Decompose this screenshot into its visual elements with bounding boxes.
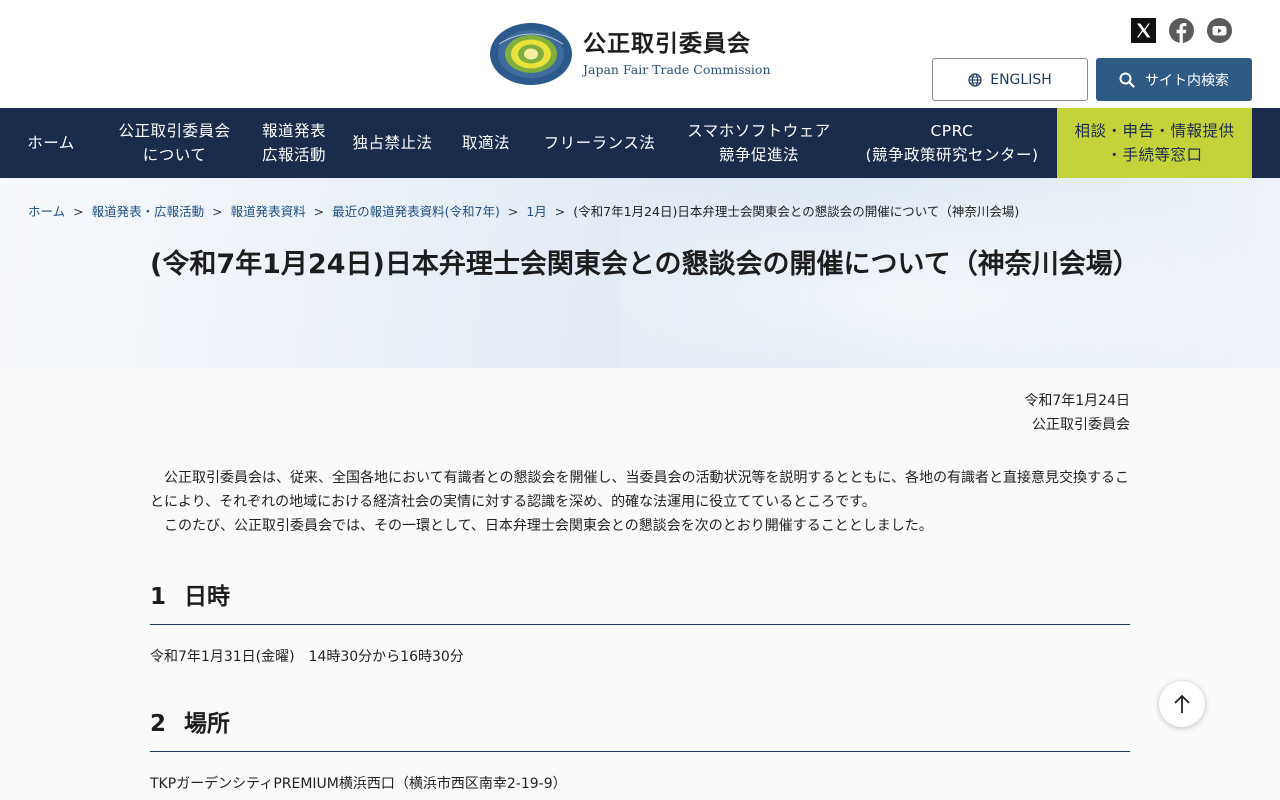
site-logo[interactable]: 公正取引委員会 Japan Fair Trade Commission (489, 22, 771, 86)
jftc-emblem-icon (490, 23, 572, 85)
page-title: (令和7年1月24日)日本弁理士会関東会との懇談会の開催について（神奈川会場） (150, 249, 1140, 280)
social-links (1131, 18, 1232, 43)
nav-item-freelance[interactable]: フリーランス法 (528, 108, 671, 178)
section-body: TKPガーデンシティPREMIUM横浜西口（横浜市西区南幸2-19-9） (150, 776, 567, 792)
search-icon (1119, 72, 1135, 88)
section-body: 令和7年1月31日(金曜) 14時30分から16時30分 (150, 649, 464, 665)
breadcrumb-link[interactable]: ホーム (28, 204, 65, 219)
x-icon[interactable] (1131, 18, 1156, 43)
nav-item-press[interactable]: 報道発表 広報活動 (247, 108, 341, 178)
nav-item-smartphone[interactable]: スマホソフトウェア 競争促進法 (671, 108, 847, 178)
breadcrumb-link[interactable]: 1月 (526, 204, 546, 219)
nav-item-cprc[interactable]: CPRC (競争政策研究センター) (847, 108, 1057, 178)
facebook-icon[interactable] (1169, 18, 1194, 43)
search-label: サイト内検索 (1145, 72, 1229, 89)
english-button[interactable]: ENGLISH (932, 58, 1088, 101)
intro-paragraph: 公正取引委員会は、従来、全国各地において有識者との懇談会を開催し、当委員会の活動… (150, 470, 1130, 510)
intro-text: 公正取引委員会は、従来、全国各地において有識者との懇談会を開催し、当委員会の活動… (150, 466, 1130, 538)
page-hero: ホーム > 報道発表・広報活動 > 報道発表資料 > 最近の報道発表資料(令和7年) >1月 >… (0, 178, 1280, 368)
english-label: ENGLISH (990, 71, 1052, 88)
nav-item-home[interactable]: ホーム (0, 108, 102, 178)
breadcrumb-link[interactable]: 報道発表・広報活動 (92, 204, 205, 219)
publish-date: 令和7年1月24日 (1024, 393, 1130, 409)
breadcrumb: ホーム > 報道発表・広報活動 > 報道発表資料 > 最近の報道発表資料(令和7年) >1月 >… (28, 204, 1020, 219)
arrow-up-icon (1174, 694, 1190, 713)
youtube-icon[interactable] (1207, 18, 1232, 43)
global-nav: ホーム 公正取引委員会 について 報道発表 広報活動 独占禁止法 取適法 フリーラン… (0, 108, 1280, 178)
breadcrumb-link[interactable]: 最近の報道発表資料(令和7年) (332, 204, 500, 219)
section-heading: 2 場所 (150, 707, 1130, 752)
breadcrumb-link[interactable]: 報道発表資料 (231, 204, 306, 219)
breadcrumb-current: (令和7年1月24日)日本弁理士会関東会との懇談会の開催について（神奈川会場) (573, 204, 1020, 219)
nav-item-consultation[interactable]: 相談・申告・情報提供 ・手続等窓口 (1057, 108, 1252, 178)
nav-item-antimonopoly[interactable]: 独占禁止法 (341, 108, 444, 178)
section-heading: 1 日時 (150, 580, 1130, 625)
date-block: 令和7年1月24日 公正取引委員会 (150, 389, 1130, 437)
intro-paragraph: このたび、公正取引委員会では、その一環として、日本弁理士会関東会との懇談会を次の… (164, 518, 933, 534)
nav-item-about[interactable]: 公正取引委員会 について (102, 108, 247, 178)
site-search-button[interactable]: サイト内検索 (1096, 58, 1252, 101)
section-datetime: 1 日時 令和7年1月31日(金曜) 14時30分から16時30分 (150, 580, 1130, 669)
globe-icon (968, 72, 982, 87)
site-header: 公正取引委員会 Japan Fair Trade Commission ENGL… (0, 0, 1280, 108)
logo-subtitle: Japan Fair Trade Commission (583, 62, 771, 77)
main-content: 令和7年1月24日 公正取引委員会 公正取引委員会は、従来、全国各地において有識… (150, 369, 1130, 796)
section-venue: 2 場所 TKPガーデンシティPREMIUM横浜西口（横浜市西区南幸2-19-9） (150, 707, 1130, 796)
publisher: 公正取引委員会 (1032, 417, 1130, 433)
logo-title: 公正取引委員会 (583, 31, 751, 57)
nav-item-subcontract[interactable]: 取適法 (444, 108, 528, 178)
back-to-top-button[interactable] (1159, 681, 1205, 727)
